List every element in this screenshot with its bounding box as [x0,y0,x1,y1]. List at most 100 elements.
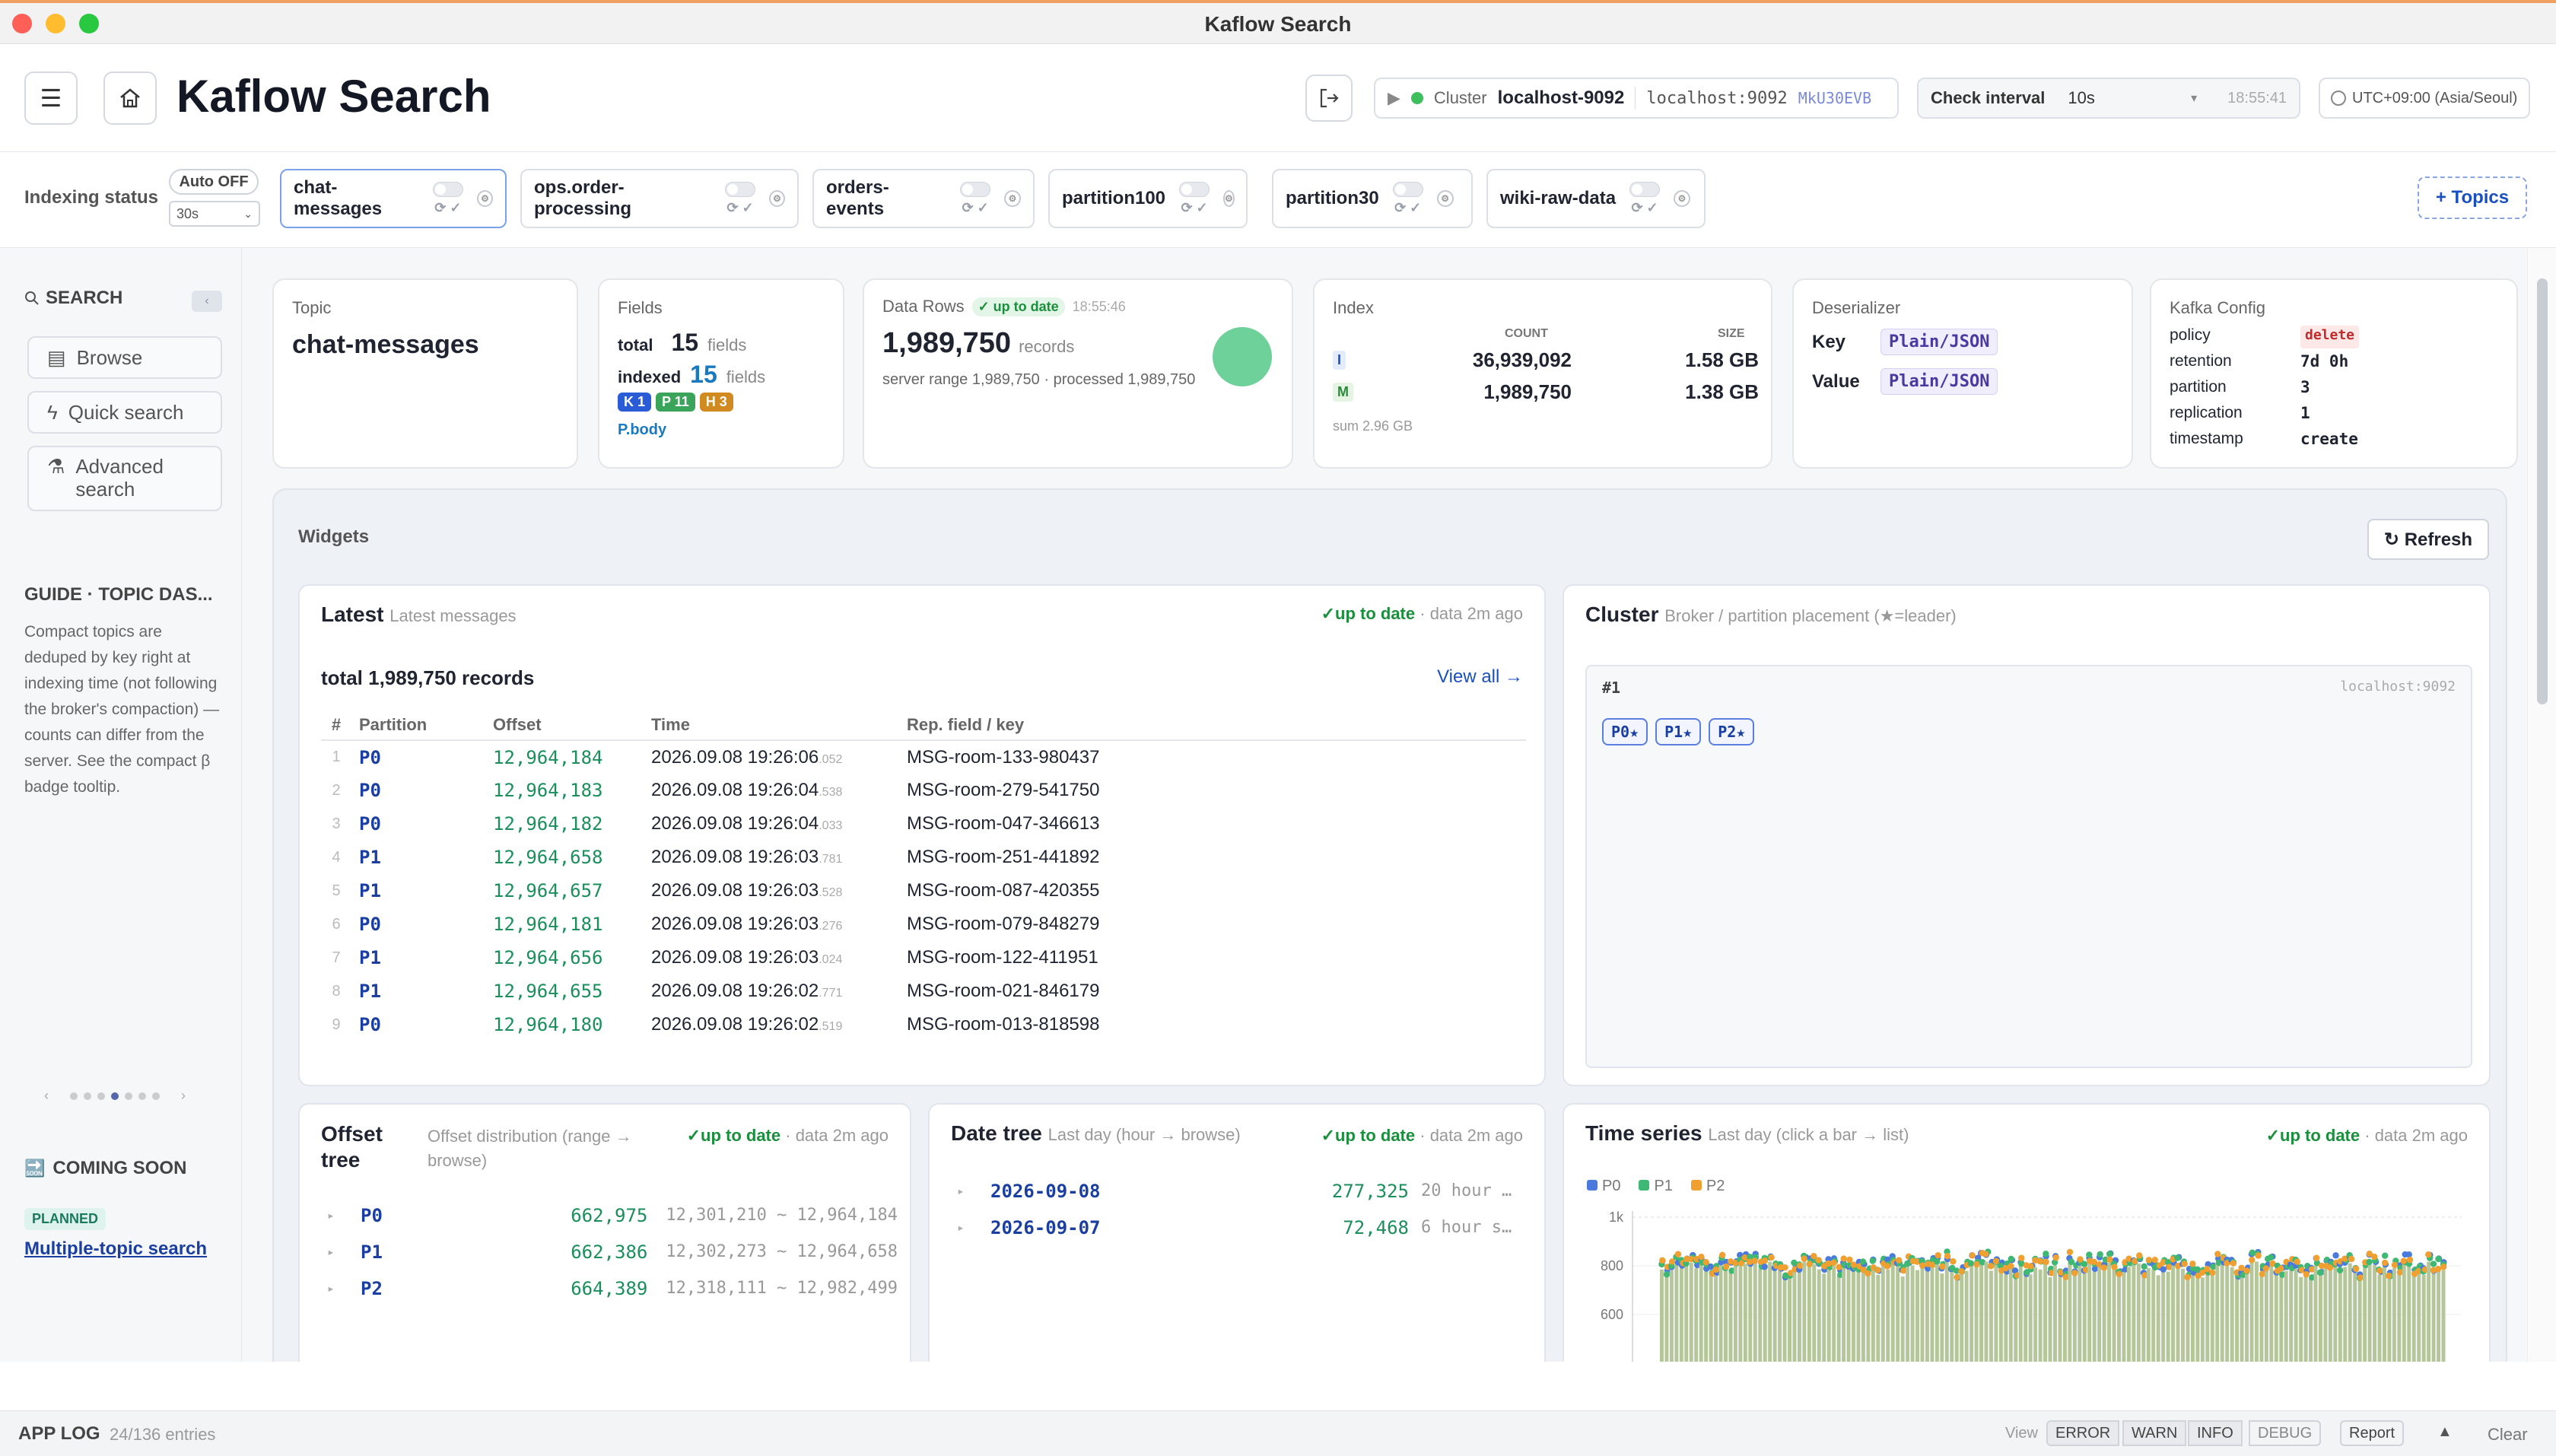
time-series-bar[interactable] [2323,1267,2328,1362]
time-series-bar[interactable] [1960,1273,1964,1362]
home-button[interactable] [103,72,157,125]
time-series-bar[interactable] [1852,1270,1855,1362]
time-series-bar[interactable] [1822,1273,1826,1362]
time-series-bar[interactable] [2235,1276,2240,1362]
legend-item-p2[interactable]: P2 [1690,1178,1725,1195]
time-series-bar[interactable] [2437,1268,2441,1362]
add-topics-button[interactable]: + Topics [2418,176,2527,219]
time-series-bar[interactable] [1772,1268,1777,1362]
time-series-bar[interactable] [2028,1274,2033,1362]
time-series-bar[interactable] [2004,1270,2008,1362]
time-series-bar[interactable] [2230,1267,2234,1362]
time-series-bar[interactable] [2008,1266,2013,1362]
time-series-bar[interactable] [1964,1270,1969,1362]
time-series-bar[interactable] [2146,1267,2151,1362]
time-series-bar[interactable] [1890,1263,1895,1362]
check-interval-select[interactable]: Check interval 10s ▾ 18:55:41 [1917,78,2300,119]
clear-log-button[interactable]: Clear [2488,1425,2528,1445]
time-series-bar[interactable] [1817,1269,1821,1362]
time-series-bar[interactable] [1763,1267,1767,1362]
sidebar-item-browse[interactable]: ▤ Browse [27,336,222,379]
time-series-bar[interactable] [1842,1264,1846,1362]
time-series-bar[interactable] [1689,1262,1693,1362]
tree-row[interactable]: ▸ P2 664,389 12,318,111 ~ 12,982,499 [327,1270,898,1307]
menu-button[interactable]: ☰ [24,72,78,125]
time-series-bar[interactable] [2092,1270,2097,1362]
settings-icon[interactable]: ⚙ [476,190,493,207]
index-toggle[interactable] [432,181,463,197]
expand-icon[interactable]: ▸ [957,1210,990,1246]
topic-chip-partition30[interactable]: partition30 ⟳ ✓ ⚙ [1272,169,1473,228]
partition-chip[interactable]: P0★ [1602,718,1648,745]
time-series-bar[interactable] [1871,1267,1875,1362]
time-series-bar[interactable] [1714,1275,1718,1362]
time-series-bar[interactable] [2441,1270,2446,1362]
time-series-bar[interactable] [2392,1268,2396,1362]
time-series-bar[interactable] [1876,1274,1880,1362]
settings-icon[interactable]: ⚙ [1004,190,1021,207]
sidebar-item-quick-search[interactable]: ϟ Quick search [27,391,222,434]
time-series-bar[interactable] [2377,1274,2382,1362]
planned-link[interactable]: Multiple-topic search [24,1238,207,1260]
filter-debug-button[interactable]: DEBUG [2249,1420,2322,1446]
time-series-bar[interactable] [2018,1264,2023,1362]
partition-chip[interactable]: P2★ [1709,718,1755,745]
view-all-link[interactable]: View all → [1437,666,1523,688]
settings-icon[interactable]: ⚙ [769,190,785,207]
time-series-bar[interactable] [1674,1262,1679,1362]
time-series-bar[interactable] [1880,1266,1885,1362]
time-series-bar[interactable] [2303,1274,2308,1362]
tree-row[interactable]: ▸ P1 662,386 12,302,273 ~ 12,964,658 [327,1234,898,1270]
time-series-bar[interactable] [2068,1261,2072,1362]
time-series-bar[interactable] [2053,1265,2057,1362]
time-series-bar[interactable] [2122,1272,2126,1362]
time-series-bar[interactable] [1807,1265,1811,1362]
time-series-bar[interactable] [2348,1263,2352,1362]
time-series-bar[interactable] [1979,1263,1984,1362]
time-series-bar[interactable] [1940,1273,1944,1362]
time-series-bar[interactable] [2353,1270,2357,1362]
time-series-bar[interactable] [2205,1272,2210,1362]
time-series-bar[interactable] [2117,1273,2121,1362]
time-series-bar[interactable] [1950,1270,1954,1362]
time-series-bar[interactable] [1664,1276,1669,1362]
time-series-bar[interactable] [1969,1262,1974,1362]
expand-icon[interactable]: ▸ [327,1270,361,1307]
time-series-bar[interactable] [2357,1277,2362,1362]
time-series-bar[interactable] [2107,1262,2112,1362]
time-series-bar[interactable] [2132,1264,2136,1362]
time-series-bar[interactable] [2274,1273,2278,1362]
time-series-bar[interactable] [1846,1267,1851,1362]
timezone-button[interactable]: UTC+09:00 (Asia/Seoul) [2319,78,2530,119]
time-series-bar[interactable] [2373,1264,2377,1362]
time-series-bar[interactable] [1836,1276,1841,1362]
time-series-bar[interactable] [2407,1263,2411,1362]
time-series-bar[interactable] [1826,1267,1831,1362]
rep-field-link[interactable]: P.body [618,421,666,439]
table-row[interactable]: 1 P0 12,964,184 2026.09.08 19:26:06.052 MSG-… [321,740,1526,774]
time-series-bar[interactable] [2431,1270,2436,1362]
time-series-bar[interactable] [2038,1269,2043,1362]
time-series-bar[interactable] [2151,1269,2156,1362]
table-row[interactable]: 9 P0 12,964,180 2026.09.08 19:26:02.519 MSG-… [321,1008,1526,1041]
time-series-bar[interactable] [2062,1276,2067,1362]
time-series-bar[interactable] [1989,1270,1993,1362]
time-series-bar[interactable] [1998,1272,2003,1362]
expand-log-icon[interactable]: ▲ [2437,1423,2453,1441]
time-series-bar[interactable] [2166,1271,2170,1362]
time-series-bar[interactable] [2264,1268,2268,1362]
time-series-bar[interactable] [2171,1265,2176,1362]
time-series-bar[interactable] [1900,1276,1905,1362]
time-series-bar[interactable] [2097,1264,2102,1362]
table-row[interactable]: 6 P0 12,964,181 2026.09.08 19:26:03.276 MSG-… [321,908,1526,941]
topic-chip-partition100[interactable]: partition100 ⟳ ✓ ⚙ [1048,169,1248,228]
time-series-bar[interactable] [1733,1264,1737,1362]
time-series-bar[interactable] [2421,1274,2426,1362]
time-series-bar[interactable] [1856,1270,1861,1362]
tree-row[interactable]: ▸ P0 662,975 12,301,210 ~ 12,964,184 [327,1197,898,1234]
topic-chip-orders-events[interactable]: orders-events ⟳ ✓ ⚙ [812,169,1035,228]
time-series-bar[interactable] [1812,1264,1817,1362]
time-series-bar[interactable] [1694,1267,1699,1362]
time-series-bar[interactable] [2058,1274,2062,1362]
time-series-bar[interactable] [2363,1267,2367,1362]
